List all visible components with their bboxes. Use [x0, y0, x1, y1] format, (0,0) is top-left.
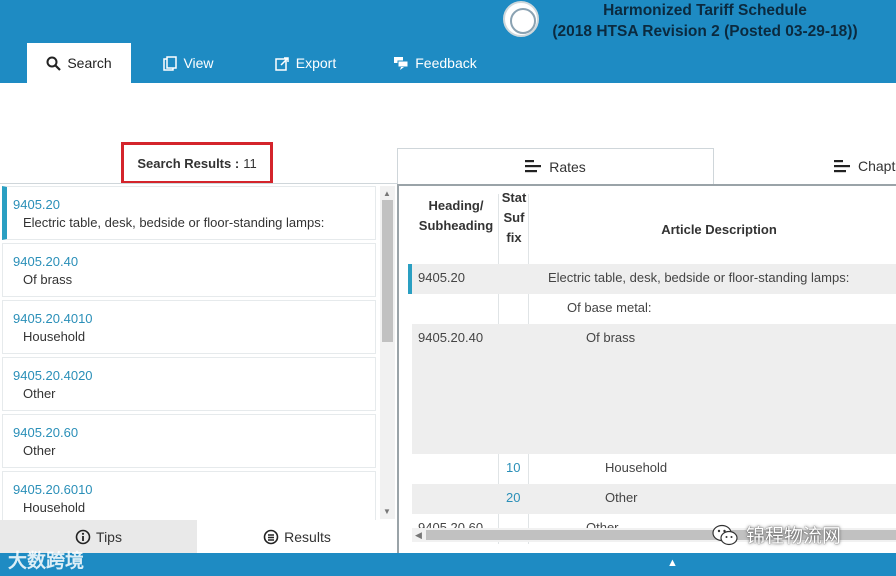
app-header: Harmonized Tariff Schedule (2018 HTSA Re…	[0, 0, 896, 83]
list-item[interactable]: 9405.20.4010 Household	[2, 300, 376, 354]
app-title: Harmonized Tariff Schedule (2018 HTSA Re…	[540, 0, 870, 42]
list-item[interactable]: 9405.20.60 Other	[2, 414, 376, 468]
scroll-up-arrow-icon[interactable]: ▲	[383, 189, 391, 198]
table-cell-desc: Household	[605, 460, 668, 475]
view-icon	[163, 55, 178, 71]
list-item-code: 9405.20.4010	[13, 311, 93, 326]
tab-view[interactable]: View	[131, 43, 246, 83]
app-footer: ▲	[0, 553, 896, 576]
wechat-icon	[712, 524, 738, 545]
tab-results[interactable]: Results	[197, 520, 397, 553]
column-header-heading: Heading/ Subheading	[413, 196, 499, 236]
column-header-heading-line1: Heading/	[428, 198, 484, 213]
watermark-left: 大数跨境	[8, 550, 85, 572]
tab-search[interactable]: Search	[27, 43, 131, 83]
column-header-stat-line1: Stat	[501, 190, 527, 205]
list-item-code: 9405.20.6010	[13, 482, 93, 497]
list-item[interactable]: 9405.20 Electric table, desk, bedside or…	[2, 186, 376, 240]
tab-rates-label: Rates	[549, 158, 586, 175]
tab-rates[interactable]: Rates	[397, 148, 714, 184]
column-header-stat-line2: Suf	[503, 210, 525, 225]
main-nav-tabs: Search View Export Feedback	[27, 43, 505, 83]
search-results-label: Search Results :	[137, 155, 240, 171]
info-icon	[75, 529, 91, 545]
list-circle-icon	[263, 529, 279, 545]
table-cell-heading: 9405.20	[418, 270, 465, 285]
scroll-down-arrow-icon[interactable]: ▼	[383, 507, 391, 516]
tab-view-label: View	[183, 55, 214, 71]
list-item-code: 9405.20.60	[13, 425, 79, 440]
tab-chapter[interactable]: Chapt	[714, 148, 896, 184]
tab-export[interactable]: Export	[246, 43, 365, 83]
table-cell-desc: Of brass	[586, 330, 636, 345]
tab-results-label: Results	[284, 528, 331, 545]
table-cell-desc: Other	[605, 490, 638, 505]
list-item-code: 9405.20.40	[13, 254, 79, 269]
table-cell-stat: 20	[506, 490, 521, 505]
search-results-count: Search Results : 11	[121, 142, 273, 184]
search-results-number: 11	[243, 155, 257, 171]
tab-export-label: Export	[295, 55, 337, 71]
search-icon	[46, 56, 62, 71]
list-item[interactable]: 9405.20.4020 Other	[2, 357, 376, 411]
list-item-code: 9405.20	[13, 197, 60, 212]
tab-feedback-label: Feedback	[415, 55, 477, 71]
list-item-desc: Household	[23, 500, 86, 515]
list-item-desc: Other	[23, 443, 56, 458]
column-header-heading-line2: Subheading	[418, 218, 494, 233]
chevron-up-icon[interactable]: ▲	[667, 557, 678, 569]
table-cell-desc: Of base metal:	[567, 300, 652, 315]
app-title-line2: (2018 HTSA Revision 2 (Posted 03-29-18))	[552, 23, 858, 40]
app-title-line1: Harmonized Tariff Schedule	[603, 2, 807, 19]
list-item-desc: Household	[23, 329, 86, 344]
table-cell-stat: 10	[506, 460, 521, 475]
table-cell-desc: Electric table, desk, bedside or floor-s…	[548, 270, 850, 285]
list-item[interactable]: 9405.20.40 Of brass	[2, 243, 376, 297]
tab-feedback[interactable]: Feedback	[365, 43, 505, 83]
table-cell-heading: 9405.20.60	[418, 520, 484, 528]
scrollbar-thumb[interactable]	[382, 200, 393, 342]
table-row[interactable]: 9405.20.40 Of brass	[412, 324, 896, 454]
table-cell-desc: Other	[586, 520, 619, 528]
agency-seal-logo	[503, 1, 539, 37]
export-icon	[275, 56, 290, 71]
table-row[interactable]: 9405.20 Electric table, desk, bedside or…	[408, 264, 896, 294]
feedback-icon	[393, 56, 409, 70]
list-item-desc: Other	[23, 386, 56, 401]
scroll-left-arrow-icon[interactable]: ◀	[415, 530, 422, 541]
column-header-stat-line3: fix	[506, 230, 522, 245]
table-row[interactable]: 20 Other	[412, 484, 896, 514]
list-item-code: 9405.20.4020	[13, 368, 93, 383]
table-row[interactable]: Of base metal:	[412, 294, 896, 324]
list-item-desc: Electric table, desk, bedside or floor-s…	[23, 215, 325, 230]
table-row[interactable]: 10 Household	[412, 454, 896, 484]
tab-chapter-label: Chapt	[858, 158, 896, 174]
align-left-icon	[834, 159, 850, 173]
list-item[interactable]: 9405.20.6010 Household	[2, 471, 376, 520]
tab-tips-label: Tips	[96, 528, 122, 545]
watermark-right-text: 锦程物流网	[746, 525, 842, 547]
column-header-stat-suffix: Stat Suf fix	[499, 188, 529, 248]
search-results-list: 9405.20 Electric table, desk, bedside or…	[2, 186, 376, 520]
column-header-description: Article Description	[661, 222, 777, 237]
align-left-icon	[525, 160, 542, 173]
list-item-desc: Of brass	[23, 272, 73, 287]
divider	[0, 183, 397, 184]
results-scrollbar[interactable]: ▲ ▼	[380, 186, 395, 519]
tab-search-label: Search	[67, 55, 112, 71]
watermark-right: 锦程物流网	[712, 521, 841, 548]
table-cell-heading: 9405.20.40	[418, 330, 484, 345]
tariff-table: Heading/ Subheading Stat Suf fix Article…	[397, 184, 896, 553]
